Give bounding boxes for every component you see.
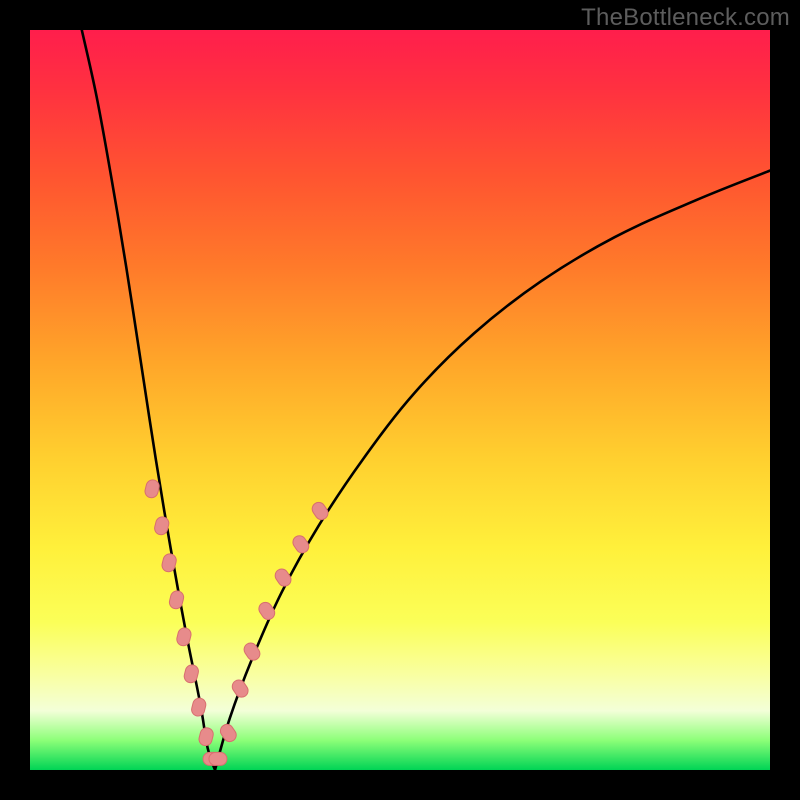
marker-pill [256, 600, 277, 622]
marker-pill [218, 722, 239, 744]
marker-pill [190, 697, 207, 718]
curve-layer [82, 30, 770, 770]
marker-pill [310, 500, 331, 522]
marker-pill [198, 726, 215, 747]
marker-pill [209, 752, 227, 765]
curve-right-branch [215, 171, 770, 770]
chart-frame: TheBottleneck.com [0, 0, 800, 800]
marker-pill [175, 626, 192, 647]
marker-pill [230, 678, 251, 700]
plot-area [30, 30, 770, 770]
chart-svg [30, 30, 770, 770]
marker-pill [273, 567, 294, 589]
marker-pill [183, 663, 200, 684]
watermark-text: TheBottleneck.com [581, 4, 790, 32]
marker-pill [290, 533, 311, 555]
marker-layer [144, 478, 331, 765]
marker-pill [144, 478, 161, 499]
curve-left-branch [82, 30, 215, 770]
